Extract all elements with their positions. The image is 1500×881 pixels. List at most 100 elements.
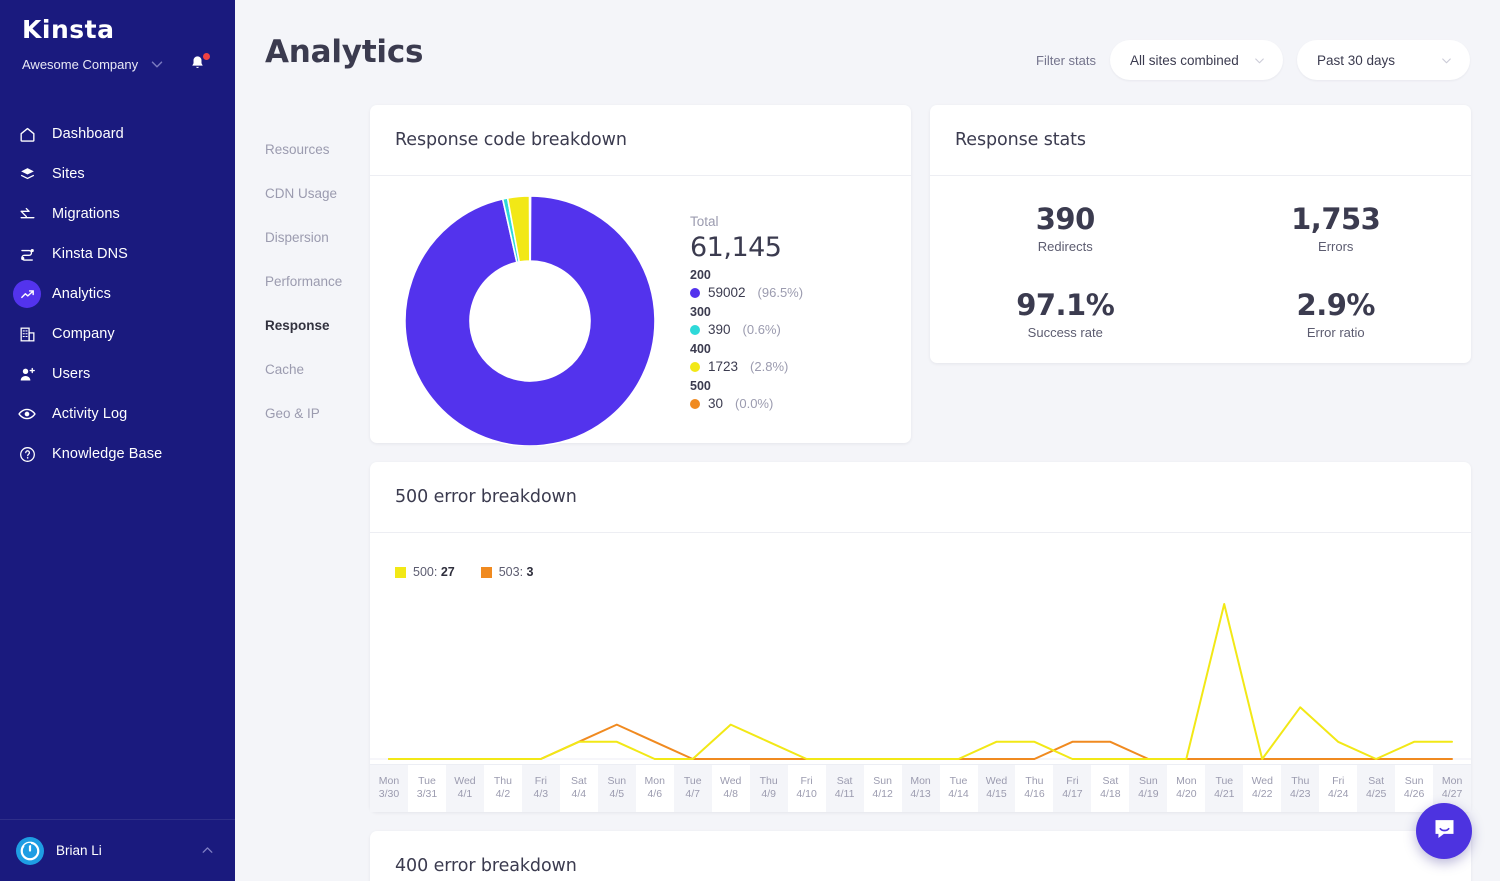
line-series-503: [389, 725, 1452, 759]
chevron-down-icon[interactable]: [148, 55, 166, 73]
x-axis-date: 4/23: [1290, 789, 1310, 801]
date-range-select[interactable]: Past 30 days: [1297, 40, 1470, 80]
line-chart-x-axis: Mon3/30Tue3/31Wed4/1Thu4/2Fri4/3Sat4/4Su…: [370, 764, 1471, 812]
sidebar-item-analytics[interactable]: Analytics: [0, 274, 235, 314]
x-axis-date: 4/12: [872, 789, 892, 801]
stat-error-ratio: 2.9% Error ratio: [1201, 272, 1472, 358]
x-axis-dow: Sun: [1139, 776, 1158, 788]
sidebar-item-label: Activity Log: [52, 406, 127, 422]
x-axis-dow: Fri: [1066, 776, 1078, 788]
sidebar-nav: Dashboard Sites Migrations Kinsta DNS: [0, 114, 235, 474]
line-chart-svg: [370, 579, 1471, 764]
sidebar-item-migrations[interactable]: Migrations: [0, 194, 235, 234]
stat-value: 1,753: [1291, 204, 1380, 236]
legend-code: 500: [690, 379, 803, 393]
org-switcher[interactable]: Awesome Company: [0, 42, 235, 76]
x-axis-dow: Sat: [837, 776, 853, 788]
sidebar-item-activity-log[interactable]: Activity Log: [0, 394, 235, 434]
x-axis-date: 4/10: [796, 789, 816, 801]
subnav-item-resources[interactable]: Resources: [265, 142, 370, 157]
subnav-item-response[interactable]: Response: [265, 318, 370, 333]
legend-item-500[interactable]: 500: 27: [395, 565, 455, 579]
x-axis-tick: Tue4/21: [1205, 765, 1243, 812]
user-avatar-icon: [16, 837, 44, 865]
x-axis-tick: Sun4/19: [1129, 765, 1167, 812]
x-axis-dow: Wed: [454, 776, 475, 788]
sidebar-item-label: Dashboard: [52, 126, 124, 142]
x-axis-dow: Thu: [760, 776, 778, 788]
home-icon: [16, 123, 38, 145]
stat-value: 390: [1036, 204, 1095, 236]
x-axis-date: 3/30: [379, 789, 399, 801]
sidebar-item-users[interactable]: Users: [0, 354, 235, 394]
sidebar-item-label: Sites: [52, 166, 85, 182]
legend-group-300: 300 390 (0.6%): [690, 305, 803, 337]
x-axis-date: 4/18: [1100, 789, 1120, 801]
stat-value: 97.1%: [1016, 290, 1114, 322]
brand-logo[interactable]: Kinsta: [0, 0, 235, 42]
stats-grid: 390 Redirects 1,753 Errors 97.1% Success…: [930, 176, 1471, 358]
legend-color-dot: [690, 325, 700, 335]
legend-count: 59002: [708, 285, 746, 300]
sidebar-item-company[interactable]: Company: [0, 314, 235, 354]
building-icon: [16, 323, 38, 345]
trending-up-icon: [13, 280, 41, 308]
x-axis-date: 4/20: [1176, 789, 1196, 801]
donut-slice-500[interactable]: [530, 196, 531, 261]
x-axis-dow: Tue: [418, 776, 436, 788]
x-axis-date: 4/22: [1252, 789, 1272, 801]
legend-row: 1723 (2.8%): [690, 359, 803, 374]
card-title: Response stats: [930, 105, 1471, 150]
subnav-item-cache[interactable]: Cache: [265, 362, 370, 377]
x-axis-tick: Mon4/6: [636, 765, 674, 812]
sidebar-item-kinsta-dns[interactable]: Kinsta DNS: [0, 234, 235, 274]
x-axis-date: 4/11: [835, 789, 855, 801]
donut-chart[interactable]: [370, 191, 690, 446]
x-axis-date: 4/19: [1138, 789, 1158, 801]
x-axis-dow: Sun: [607, 776, 626, 788]
x-axis-tick: Sat4/11: [826, 765, 864, 812]
subnav-item-dispersion[interactable]: Dispersion: [265, 230, 370, 245]
x-axis-dow: Tue: [1215, 776, 1233, 788]
chat-bubble-icon: [1431, 815, 1458, 847]
stat-label: Error ratio: [1307, 325, 1365, 340]
legend-count: 390: [708, 322, 731, 337]
subnav-item-geo-ip[interactable]: Geo & IP: [265, 406, 370, 421]
sidebar-item-dashboard[interactable]: Dashboard: [0, 114, 235, 154]
legend-percent: (2.8%): [750, 359, 788, 374]
cards-column: Response code breakdown Total 61,145 200: [370, 105, 1471, 881]
x-axis-date: 4/13: [910, 789, 930, 801]
legend-group-400: 400 1723 (2.8%): [690, 342, 803, 374]
x-axis-dow: Mon: [1442, 776, 1462, 788]
stat-success-rate: 97.1% Success rate: [930, 272, 1201, 358]
legend-percent: (96.5%): [758, 285, 804, 300]
subnav-item-performance[interactable]: Performance: [265, 274, 370, 289]
x-axis-date: 4/26: [1404, 789, 1424, 801]
legend-item-503[interactable]: 503: 3: [481, 565, 534, 579]
intercom-launcher-button[interactable]: [1416, 803, 1472, 859]
stat-errors: 1,753 Errors: [1201, 186, 1472, 272]
legend-code: 200: [690, 268, 803, 282]
notification-bell-icon[interactable]: [188, 54, 208, 74]
x-axis-dow: Sun: [873, 776, 892, 788]
migration-arrow-icon: [16, 203, 38, 225]
legend-label: 503: 3: [499, 565, 534, 579]
logo-text: Kinsta: [22, 17, 235, 42]
user-menu[interactable]: Brian Li: [0, 819, 235, 881]
x-axis-tick: Wed4/15: [978, 765, 1016, 812]
total-value: 61,145: [690, 232, 803, 263]
x-axis-dow: Mon: [1176, 776, 1196, 788]
x-axis-dow: Tue: [684, 776, 702, 788]
x-axis-tick: Wed4/8: [712, 765, 750, 812]
x-axis-tick: Sun4/12: [864, 765, 902, 812]
line-chart-plot[interactable]: [370, 579, 1471, 764]
x-axis-tick: Thu4/9: [750, 765, 788, 812]
site-filter-select[interactable]: All sites combined: [1110, 40, 1283, 80]
page-title: Analytics: [265, 34, 423, 70]
sidebar-item-label: Knowledge Base: [52, 446, 162, 462]
sidebar-item-sites[interactable]: Sites: [0, 154, 235, 194]
subnav-item-cdn-usage[interactable]: CDN Usage: [265, 186, 370, 201]
page-header: Analytics Filter stats All sites combine…: [235, 0, 1500, 105]
chevron-up-icon[interactable]: [199, 842, 217, 860]
sidebar-item-knowledge-base[interactable]: Knowledge Base: [0, 434, 235, 474]
